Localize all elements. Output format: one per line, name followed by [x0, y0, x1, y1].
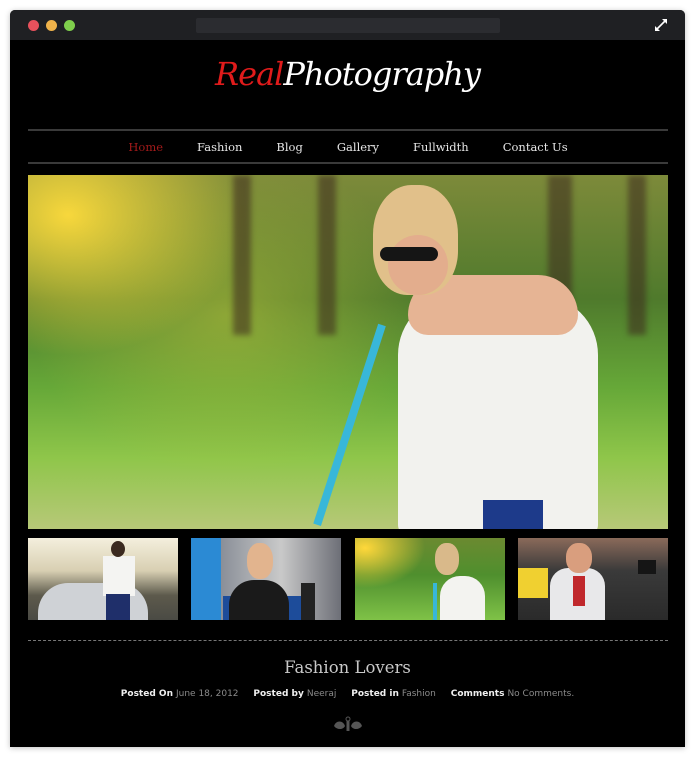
thumb-face	[247, 543, 273, 579]
nav-fullwidth[interactable]: Fullwidth	[413, 140, 469, 154]
nav-blog[interactable]: Blog	[276, 140, 302, 154]
thumb-body	[229, 580, 289, 620]
thumb-hair	[435, 543, 459, 575]
decorative-ornament-icon	[334, 716, 362, 731]
hero-sunglasses	[380, 247, 438, 261]
comments-label: Comments	[450, 689, 505, 699]
posted-on-value: June 18, 2012	[175, 689, 239, 699]
hero-tree	[233, 175, 251, 335]
post-title[interactable]: Fashion Lovers	[10, 658, 685, 677]
thumb-face	[566, 543, 592, 573]
thumb-top	[440, 576, 485, 620]
thumbnail-2[interactable]	[191, 538, 341, 620]
thumb-pants	[106, 594, 130, 620]
comments-value[interactable]: No Comments.	[507, 689, 574, 699]
dotted-divider	[28, 640, 668, 641]
thumb-camera	[638, 560, 656, 574]
hero-slider-image[interactable]	[28, 175, 668, 529]
close-window-button[interactable]	[28, 20, 39, 31]
browser-window: RealPhotography Home Fashion Blog Galler…	[10, 10, 685, 747]
thumbnail-4[interactable]	[518, 538, 668, 620]
thumbnail-strip	[28, 538, 668, 620]
thumb-yellow-shirt	[518, 568, 548, 598]
nav-home[interactable]: Home	[128, 140, 163, 154]
posted-by-value[interactable]: Neeraj	[307, 689, 337, 699]
thumbnail-3[interactable]	[355, 538, 505, 620]
maximize-window-button[interactable]	[64, 20, 75, 31]
hero-bag-strap	[313, 323, 386, 526]
address-bar[interactable]	[196, 18, 500, 33]
site-logo[interactable]: RealPhotography	[10, 55, 685, 93]
thumb-strap	[433, 583, 437, 620]
hero-woman-face	[388, 235, 448, 295]
logo-real: Real	[215, 55, 284, 93]
title-bar	[10, 10, 685, 40]
hero-jeans	[483, 500, 543, 529]
thumb-microphone	[301, 583, 315, 620]
thumb-scarf	[573, 576, 585, 606]
thumb-shirt	[103, 556, 135, 596]
main-nav: Home Fashion Blog Gallery Fullwidth Cont…	[28, 129, 668, 164]
posted-on-label: Posted On	[120, 689, 173, 699]
posted-in-label: Posted in	[351, 689, 399, 699]
thumb-head	[111, 541, 125, 557]
logo-photography: Photography	[283, 55, 481, 93]
expand-arrows-icon[interactable]	[653, 17, 669, 33]
thumbnail-1[interactable]	[28, 538, 178, 620]
hero-tree	[628, 175, 646, 335]
nav-contact-us[interactable]: Contact Us	[503, 140, 568, 154]
nav-gallery[interactable]: Gallery	[337, 140, 379, 154]
posted-in-value[interactable]: Fashion	[402, 689, 436, 699]
hero-tree	[318, 175, 336, 335]
minimize-window-button[interactable]	[46, 20, 57, 31]
posted-by-label: Posted by	[253, 689, 304, 699]
nav-fashion[interactable]: Fashion	[197, 140, 242, 154]
post-meta: Posted On June 18, 2012 Posted by Neeraj P…	[10, 689, 685, 699]
